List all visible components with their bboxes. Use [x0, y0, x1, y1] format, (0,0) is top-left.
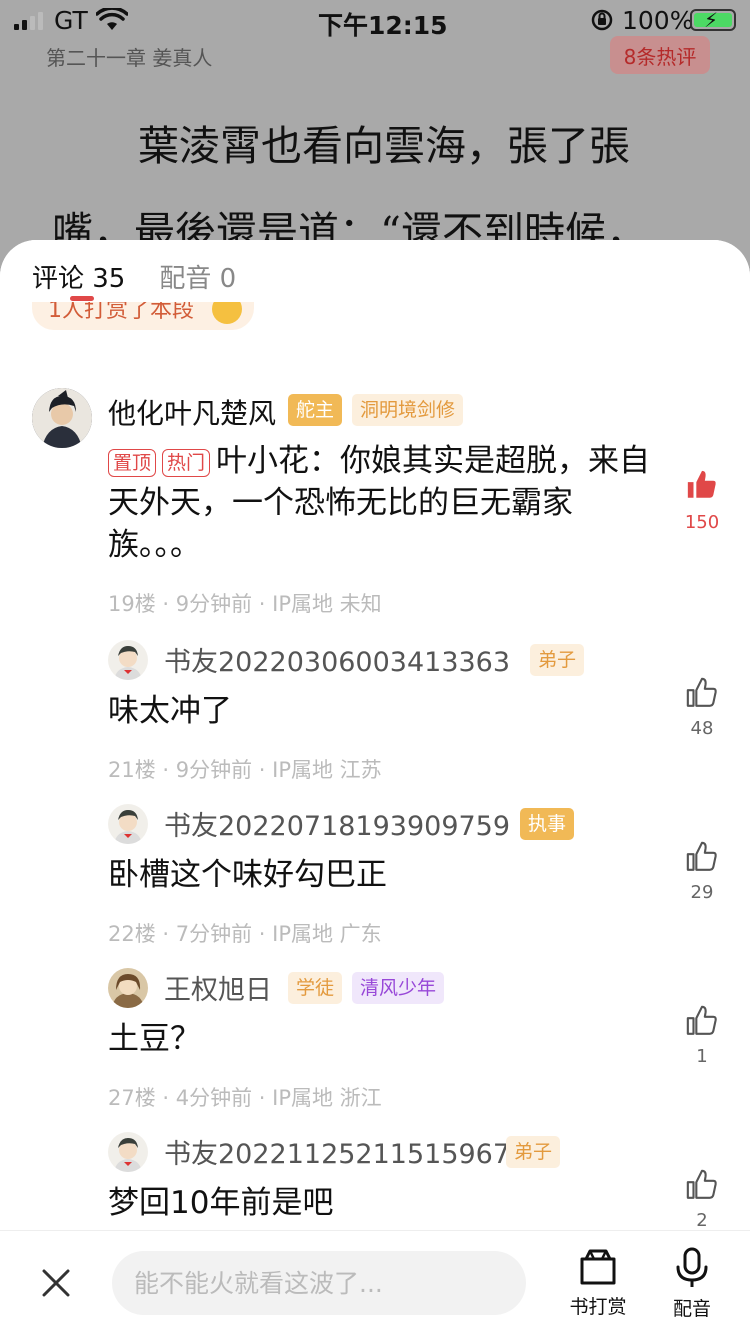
comment-input-bar: 书打赏 配音: [0, 1230, 750, 1334]
chapter-title: 第二十一章 姜真人: [46, 46, 213, 70]
comment-sheet: 1人打赏了本段 评论 35 配音 0 他化叶凡楚风 舵主 洞明境剑修 置顶 热门叶…: [0, 240, 750, 1334]
reading-line-1: 葉淩霄也看向雲海，張了張: [138, 122, 630, 170]
user-tag: 弟子: [530, 644, 585, 676]
status-bar: GT 下午12:15 100% ⚡: [0, 0, 750, 40]
comment-meta: 19楼 · 9分钟前 · IP属地 未知: [108, 592, 382, 616]
like-count: 29: [690, 882, 714, 903]
comment-text[interactable]: 置顶 热门 叶小花：你娘其实是超脱，来自天外天，一个恐怖无比的巨无霸家族。。。: [108, 440, 664, 566]
gift-icon: [580, 1249, 616, 1285]
like-button[interactable]: [684, 676, 720, 714]
carrier-label: GT: [54, 6, 88, 35]
comment-text[interactable]: 土豆？: [108, 1018, 664, 1060]
username[interactable]: 书友20221125211515967: [164, 1132, 510, 1171]
avatar[interactable]: [108, 968, 148, 1008]
comment-meta: 21楼 · 9分钟前 · IP属地 江苏: [108, 758, 382, 782]
username[interactable]: 王权旭日: [164, 968, 272, 1007]
user-tag: 执事: [520, 808, 575, 840]
sheet-tabs: 评论 35 配音 0: [32, 258, 236, 294]
username[interactable]: 他化叶凡楚风: [108, 392, 276, 432]
rotation-lock-icon: [590, 8, 614, 39]
avatar[interactable]: [108, 804, 148, 844]
user-tag: 清风少年: [352, 972, 445, 1004]
user-tag: 洞明境剑修: [352, 394, 464, 426]
like-count: 2: [696, 1210, 708, 1231]
like-button[interactable]: [684, 1168, 720, 1206]
dub-label: 配音: [672, 1298, 711, 1320]
hot-comments-badge[interactable]: 8条热评: [610, 36, 710, 74]
comment-text[interactable]: 梦回10年前是吧: [108, 1182, 664, 1224]
battery-icon: ⚡: [690, 9, 736, 31]
avatar[interactable]: [108, 1132, 148, 1172]
user-tag: 弟子: [506, 1136, 561, 1168]
reward-button[interactable]: 书打赏: [566, 1247, 630, 1319]
avatar[interactable]: [32, 388, 92, 448]
tab-dubbing[interactable]: 配音 0: [159, 258, 236, 294]
comment-meta: 27楼 · 4分钟前 · IP属地 浙江: [108, 1086, 382, 1110]
thumbs-up-icon: [686, 1005, 717, 1035]
user-tag: 舵主: [288, 394, 343, 426]
pinned-badge: 置顶: [108, 448, 157, 477]
microphone-icon: [676, 1247, 708, 1287]
like-count: 150: [684, 512, 720, 533]
user-tag: 学徒: [288, 972, 343, 1004]
thumbs-up-icon: [686, 677, 717, 707]
comment-input[interactable]: [112, 1251, 526, 1315]
thumbs-up-icon: [686, 841, 717, 871]
like-count: 48: [690, 718, 714, 739]
dub-button[interactable]: 配音: [660, 1247, 724, 1321]
battery-percent: 100%: [622, 6, 694, 35]
like-button[interactable]: [684, 840, 720, 878]
comment-meta: 22楼 · 7分钟前 · IP属地 广东: [108, 922, 382, 946]
like-button[interactable]: [684, 468, 720, 506]
thumbs-up-icon: [686, 1169, 717, 1199]
thumbs-up-filled-icon: [687, 470, 716, 498]
wifi-icon: [95, 6, 129, 39]
avatar[interactable]: [108, 640, 148, 680]
reward-label: 书打赏: [569, 1296, 627, 1318]
comment-text[interactable]: 卧槽这个味好勾巴正: [108, 854, 664, 896]
clock: 下午12:15: [318, 11, 448, 40]
tab-comments[interactable]: 评论 35: [32, 258, 125, 294]
close-icon[interactable]: [40, 1267, 72, 1303]
like-button[interactable]: [684, 1004, 720, 1042]
username[interactable]: 书友20220718193909759: [164, 804, 510, 843]
tab-active-indicator: [70, 296, 94, 301]
username[interactable]: 书友20220306003413363: [164, 640, 510, 679]
hot-badge: 热门: [162, 448, 211, 477]
signal-icon: [14, 12, 43, 30]
comment-text[interactable]: 味太冲了: [108, 690, 664, 732]
like-count: 1: [696, 1046, 708, 1067]
